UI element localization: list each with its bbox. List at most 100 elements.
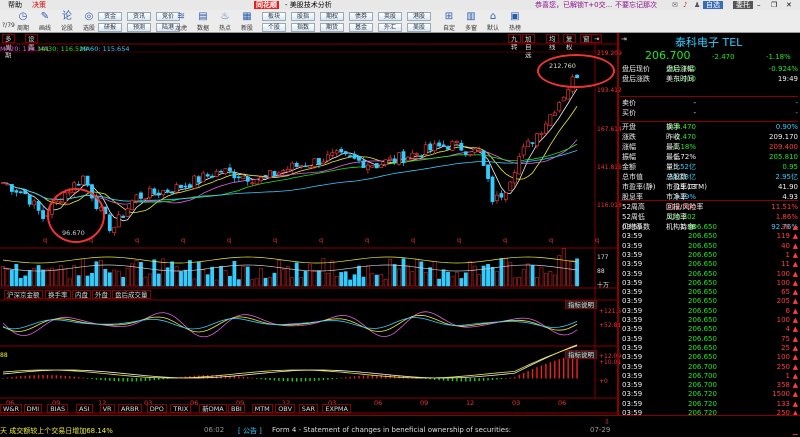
macd-bar [55,375,58,379]
candle-body [152,188,157,194]
tab-indicator-w&r[interactable]: W&R [0,404,23,413]
news-headline[interactable]: Form 4 - Statement of changes in benefic… [272,426,511,434]
tab-indicator-expma[interactable]: EXPMA [322,404,351,413]
macd-bar [140,378,142,382]
macd-bar [100,378,102,381]
macd-bar [509,377,511,379]
tab-volume-3[interactable]: 外盘 [92,290,111,299]
candle-body [121,215,126,218]
volume-bar [232,261,237,287]
tab-volume-2[interactable]: 内盘 [72,290,91,299]
news-summary[interactable]: 天 成交额较上个交易日增加68.14% [0,426,113,436]
tab-indicator-bias[interactable]: BIAS [47,404,69,413]
trade-time: 03:59 [622,390,643,399]
notice-remember[interactable]: 不要忘记那次 [615,0,657,10]
volume-bar [521,269,526,287]
candle-body [81,175,86,186]
quote-row: 市盈率(静) 19.13 市盈率(TTM) 41.90 [622,182,798,192]
panel-toggle-icon[interactable]: ⇥ [621,35,627,43]
weituo-button[interactable]: 委托 [733,1,753,9]
macd-bar [296,378,298,382]
volume-bar [219,266,223,287]
macd-bar [211,375,213,379]
up-arrow-icon: ▲ [792,288,798,297]
tab-volume-0[interactable]: 沪深京金额 [4,290,43,299]
volume-bar [10,269,14,287]
volume-bar [343,271,348,287]
candle-body [463,151,468,155]
macd-bar [91,378,93,380]
restore-button[interactable]: ❐ [771,0,777,10]
up-arrow-icon: ▲ [792,306,798,315]
tab-indicator-bbi[interactable]: BBI [228,404,245,413]
up-arrow-icon: ▲ [792,297,798,306]
quote-cell: 19:49 [777,75,798,83]
quote-cell: 209.170 [769,133,798,141]
macd-bar [291,378,293,382]
candle-body [397,152,401,165]
candle-body [490,176,495,202]
trade-time: 03:59 [622,269,643,278]
candle-body [254,179,259,185]
tab-indicator-新dma[interactable]: 新DMA [199,404,227,413]
candle-body [561,96,566,102]
tab-indicator-asi[interactable]: ASI [76,404,93,413]
candle-body [539,132,544,135]
macd-bar [11,377,13,379]
volume-bar [263,277,268,287]
volume-bar [214,279,219,287]
macd-bar [158,378,160,380]
user-icon[interactable]: ♟ [694,0,700,10]
minimize-button[interactable]: – [757,0,761,10]
volume-bar [303,270,308,287]
up-arrow-icon: ▲ [792,316,798,324]
tab-indicator-vr[interactable]: VR [99,404,115,413]
volume-bar [468,261,473,287]
trade-price: 206.650 [688,288,717,297]
candle-body [308,165,312,168]
tab-indicator-sar[interactable]: SAR [298,404,319,413]
tab-volume-4[interactable]: 盘后成交量 [112,290,151,299]
tab-indicator-trix[interactable]: TRIX [170,404,192,413]
macd-bar [109,378,111,381]
candle-body [459,142,464,151]
volume-bar [183,269,188,287]
download-icon[interactable]: ⇩ [604,418,610,426]
tab-indicator-obv[interactable]: OBV [275,404,296,413]
trade-row: 03:59 206.650 100 ▲ [622,270,798,279]
candle-body [348,155,353,157]
tab-indicator-arbr[interactable]: ARBR [118,404,142,413]
trade-time: 03:59 [622,362,643,371]
volume-bar [357,265,361,287]
candle-body [468,153,473,156]
macd-help-button[interactable]: 指标说明 [565,350,597,359]
zixuan-button[interactable]: 自选 [703,1,723,9]
volume-bar [76,275,81,287]
trade-time: 03:59 [622,278,643,287]
bell-icon[interactable]: ♪ [683,0,687,10]
macd-bar [86,378,89,379]
volume-bar [196,261,201,287]
tab-indicator-dpo[interactable]: DPO [146,404,167,413]
volume-bar [45,268,50,287]
macd-bar [500,378,503,380]
up-arrow-icon: ▲ [792,399,798,408]
mail-icon[interactable]: ✉ [672,0,678,10]
quote-cell: 回报/风险率 [666,203,704,211]
macd-bar [255,378,258,379]
volume-bar [575,258,579,287]
candle-body [419,155,424,158]
quote-cell: 振幅 [622,153,636,161]
trade-volume: 11 [781,260,790,269]
tab-indicator-mtm[interactable]: MTM [251,404,273,413]
macd-bar [51,375,53,379]
volume-bar [72,265,77,287]
tab-indicator-dmi[interactable]: DMI [23,404,43,413]
tab-volume-1[interactable]: 换手率 [45,290,71,299]
close-button[interactable]: ✕ [786,0,792,10]
quote-row: 开盘 208.470 换手 0.90% [622,122,798,132]
indicator-help-button[interactable]: 指标说明 [565,300,597,309]
up-arrow-icon: ▲ [792,250,798,259]
news-tag[interactable]: [ 公告 ] [238,426,262,436]
macd-bar [64,375,66,379]
